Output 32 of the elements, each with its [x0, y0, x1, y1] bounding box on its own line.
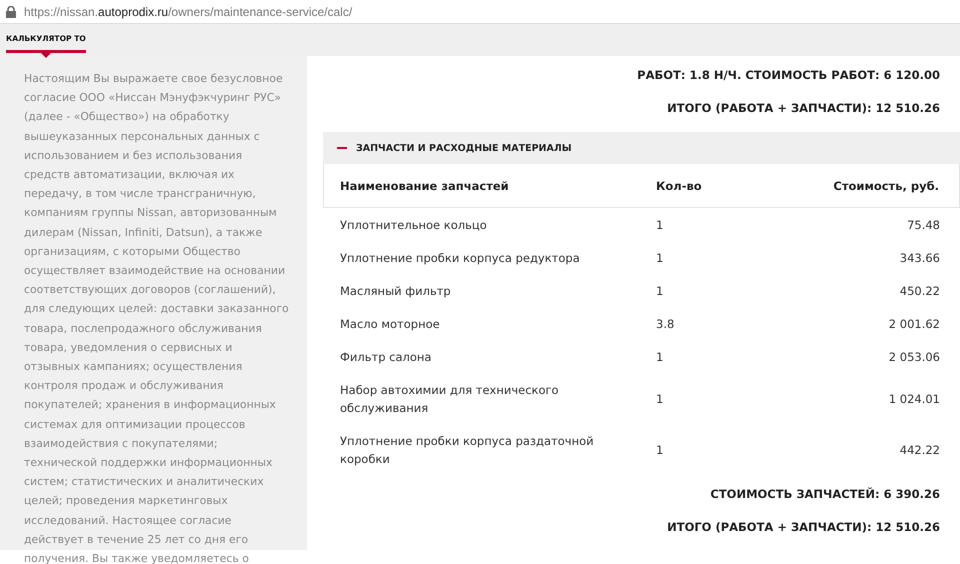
table-cell-text: 1 — [656, 348, 664, 366]
table-cell-text: 450.22 — [898, 282, 940, 300]
table-cell-text: 442.22 — [898, 442, 940, 458]
table-cell-text: Фильтр салона — [340, 348, 432, 366]
table-cell-text: 1 — [656, 282, 664, 300]
table-cell-text: 1 024.01 — [888, 390, 940, 408]
table-cell-text: Масло моторное — [340, 316, 441, 332]
table-cell-text: 2 053.06 — [888, 348, 940, 366]
table-cell-text: Масляный фильтр — [340, 282, 452, 300]
address-url[interactable]: https://nissan.autoprodix.ru/owners/maintenance-service/calc/ — [24, 4, 352, 18]
table-cell-text: 343.66 — [898, 250, 940, 266]
table-cell-text: Уплотнение пробки корпуса редуктора — [340, 250, 581, 266]
summary-line: ИТОГО (РАБОТА + ЗАПЧАСТИ): 12 510.26 — [666, 100, 940, 117]
consent-paragraph: Настоящим Вы выражаете свое безусловное согласие ООО «Ниссан Мэнуфэкчуринг РУС» (далее - «Общество») на обработку вышеуказанных персональных данных с использованием и без использования средств автоматизации, включая их передачу, в том числе трансграничную, компаниям группы Nissan, авторизованным дилерам (Nissan, Infiniti, Datsun), а также организациям, с которыми Общество осуществляет взаимодействие на основании соответствующих договоров (соглашений), для следующих целей: доставки заказанного товара, послепродажного обслуживания товара, уведомления о сервисных и отзывных кампаниях; осуществления контроля продаж и обслуживания покупателей; хранения в информационных системах для оптимизации процессов взаимодействия с покупателями; технической поддержки информационных систем; статистических и аналитических целей; проведения маркетинговых исследований. Настоящее согласие действует в течение 25 лет со дня его получения. Вы также уведомляетесь о — [24, 71, 289, 564]
table-cell-text: 3.8 — [656, 316, 676, 332]
section-title: ЗАПЧАСТИ И РАСХОДНЫЕ МАТЕРИАЛЫ — [356, 142, 572, 154]
summary-line: ИТОГО (РАБОТА + ЗАПЧАСТИ): 12 510.26 — [666, 519, 940, 536]
summary-line: РАБОТ: 1.8 Н/Ч. СТОИМОСТЬ РАБОТ: 6 120.00 — [636, 67, 940, 84]
summary-line: СТОИМОСТЬ ЗАПЧАСТЕЙ: 6 390.26 — [709, 486, 940, 503]
table-cell-text: Уплотнение пробки корпуса раздаточной коробки — [340, 432, 595, 468]
column-header: Стоимость, руб. — [832, 178, 940, 192]
table-cell-text: Уплотнительное кольцо — [340, 216, 488, 234]
table-cell-text: 75.48 — [906, 216, 940, 234]
section-header[interactable]: ЗАПЧАСТИ И РАСХОДНЫЕ МАТЕРИАЛЫ — [323, 132, 960, 164]
table-cell-text: 1 — [656, 442, 664, 458]
table-cell-text: 1 — [656, 216, 664, 234]
column-header: Кол-во — [656, 178, 703, 192]
table-cell-text: 1 — [656, 250, 664, 266]
table-cell-text: 1 — [656, 390, 664, 408]
table-cell-text: 2 001.62 — [888, 316, 940, 332]
table-cell-text: Набор автохимии для технического обслуживания — [340, 382, 560, 416]
column-header: Наименование запчастей — [340, 178, 510, 192]
